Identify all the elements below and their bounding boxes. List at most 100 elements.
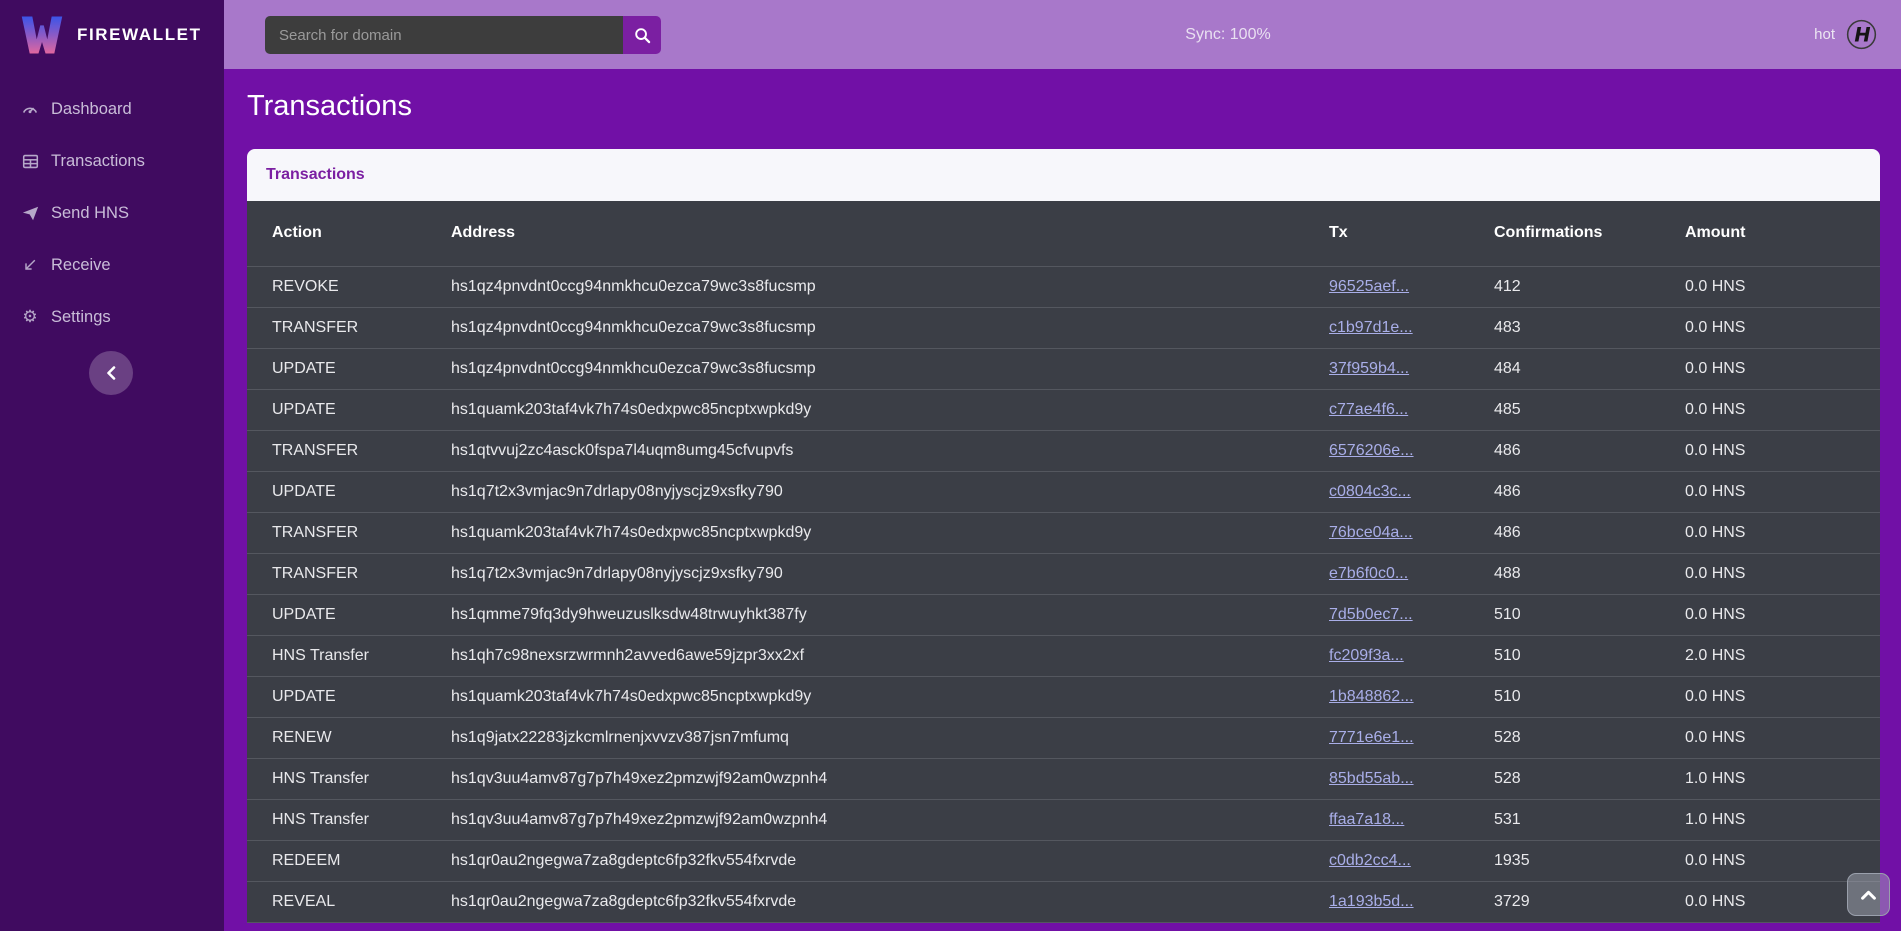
main-content: Transactions Transactions Action Address… [224, 69, 1901, 931]
column-header-tx: Tx [1329, 201, 1494, 266]
tx-link[interactable]: fc209f3a... [1329, 647, 1404, 664]
page-title: Transactions [247, 90, 1901, 123]
cell-confirmations: 486 [1494, 512, 1685, 553]
cell-tx: c0db2cc4... [1329, 840, 1494, 881]
search-input[interactable] [265, 16, 623, 54]
sidebar-item-transactions[interactable]: Transactions [0, 135, 224, 187]
sidebar-collapse-button[interactable] [89, 351, 133, 395]
cell-action: TRANSFER [247, 307, 451, 348]
cell-action: TRANSFER [247, 430, 451, 471]
cell-confirmations: 486 [1494, 430, 1685, 471]
cell-tx: fc209f3a... [1329, 635, 1494, 676]
card-title: Transactions [266, 166, 365, 184]
tx-link[interactable]: 1a193b5d... [1329, 893, 1414, 910]
cell-address: hs1qr0au2ngegwa7za8gdeptc6fp32fkv554fxrv… [451, 881, 1329, 922]
cell-tx: 96525aef... [1329, 266, 1494, 307]
search-button[interactable] [623, 16, 661, 54]
cell-address: hs1quamk203taf4vk7h74s0edxpwc85ncptxwpkd… [451, 676, 1329, 717]
cell-confirmations: 531 [1494, 799, 1685, 840]
cell-confirmations: 486 [1494, 471, 1685, 512]
cell-amount: 0.0 HNS [1685, 553, 1880, 594]
cell-action: UPDATE [247, 389, 451, 430]
tx-link[interactable]: ffaa7a18... [1329, 811, 1404, 828]
tx-link[interactable]: 37f959b4... [1329, 360, 1409, 377]
cell-tx: 7d5b0ec7... [1329, 594, 1494, 635]
cell-address: hs1q7t2x3vmjac9n7drlapy08nyjyscjz9xsfky7… [451, 471, 1329, 512]
card-header: Transactions [247, 149, 1880, 201]
cell-address: hs1qz4pnvdnt0ccg94nmkhcu0ezca79wc3s8fucs… [451, 266, 1329, 307]
table-row: UPDATE hs1quamk203taf4vk7h74s0edxpwc85nc… [247, 389, 1880, 430]
cell-confirmations: 485 [1494, 389, 1685, 430]
cell-amount: 2.0 HNS [1685, 635, 1880, 676]
tx-link[interactable]: c0804c3c... [1329, 483, 1411, 500]
sidebar-item-settings[interactable]: ⚙ Settings [0, 291, 224, 343]
cell-tx: 7771e6e1... [1329, 717, 1494, 758]
column-header-amount: Amount [1685, 201, 1880, 266]
cell-amount: 0.0 HNS [1685, 594, 1880, 635]
cell-address: hs1qz4pnvdnt0ccg94nmkhcu0ezca79wc3s8fucs… [451, 348, 1329, 389]
cell-amount: 0.0 HNS [1685, 430, 1880, 471]
sidebar-nav: Dashboard Transactions Send HNS [0, 83, 224, 343]
cell-amount: 0.0 HNS [1685, 307, 1880, 348]
tx-link[interactable]: 7d5b0ec7... [1329, 606, 1413, 623]
cell-address: hs1quamk203taf4vk7h74s0edxpwc85ncptxwpkd… [451, 389, 1329, 430]
cell-address: hs1q7t2x3vmjac9n7drlapy08nyjyscjz9xsfky7… [451, 553, 1329, 594]
cell-action: HNS Transfer [247, 799, 451, 840]
table-header-row: Action Address Tx Confirmations Amount [247, 201, 1880, 266]
tx-link[interactable]: 6576206e... [1329, 442, 1414, 459]
wallet-name: hot [1814, 26, 1835, 43]
cell-confirmations: 412 [1494, 266, 1685, 307]
tx-link[interactable]: 96525aef... [1329, 278, 1409, 295]
cell-tx: 76bce04a... [1329, 512, 1494, 553]
domain-search [265, 16, 661, 54]
cell-address: hs1q9jatx22283jzkcmlrnenjxvvzv387jsn7mfu… [451, 717, 1329, 758]
scroll-to-top-button[interactable] [1847, 873, 1890, 916]
tx-link[interactable]: 1b848862... [1329, 688, 1414, 705]
wallet-indicator: hot H [1814, 0, 1877, 69]
column-header-confirmations: Confirmations [1494, 201, 1685, 266]
sidebar-item-label: Dashboard [51, 100, 132, 119]
tx-link[interactable]: e7b6f0c0... [1329, 565, 1408, 582]
chevron-up-icon [1861, 890, 1876, 900]
cell-tx: 37f959b4... [1329, 348, 1494, 389]
paper-plane-icon [20, 203, 40, 223]
tx-link[interactable]: 85bd55ab... [1329, 770, 1414, 787]
cell-amount: 1.0 HNS [1685, 758, 1880, 799]
sidebar-item-dashboard[interactable]: Dashboard [0, 83, 224, 135]
tx-link[interactable]: c77ae4f6... [1329, 401, 1408, 418]
cell-confirmations: 484 [1494, 348, 1685, 389]
sidebar-item-receive[interactable]: Receive [0, 239, 224, 291]
gauge-icon [20, 99, 40, 119]
tx-link[interactable]: c0db2cc4... [1329, 852, 1411, 869]
tx-link[interactable]: 76bce04a... [1329, 524, 1413, 541]
table-row: REDEEM hs1qr0au2ngegwa7za8gdeptc6fp32fkv… [247, 840, 1880, 881]
cell-address: hs1qv3uu4amv87g7p7h49xez2pmzwjf92am0wzpn… [451, 799, 1329, 840]
cell-confirmations: 3729 [1494, 881, 1685, 922]
cell-tx: e7b6f0c0... [1329, 553, 1494, 594]
brand: FIREWALLET [0, 0, 224, 69]
cell-address: hs1qtvvuj2zc4asck0fspa7l4uqm8umg45cfvupv… [451, 430, 1329, 471]
cell-action: TRANSFER [247, 512, 451, 553]
svg-text:H: H [1854, 23, 1870, 46]
sidebar-item-send-hns[interactable]: Send HNS [0, 187, 224, 239]
cell-action: UPDATE [247, 348, 451, 389]
cell-action: UPDATE [247, 471, 451, 512]
table-row: TRANSFER hs1q7t2x3vmjac9n7drlapy08nyjysc… [247, 553, 1880, 594]
table-row: RENEW hs1q9jatx22283jzkcmlrnenjxvvzv387j… [247, 717, 1880, 758]
table-row: UPDATE hs1qmme79fq3dy9hweuzuslksdw48trwu… [247, 594, 1880, 635]
cell-tx: 1b848862... [1329, 676, 1494, 717]
brand-name: FIREWALLET [77, 25, 202, 45]
table-row: REVOKE hs1qz4pnvdnt0ccg94nmkhcu0ezca79wc… [247, 266, 1880, 307]
table-row: TRANSFER hs1qz4pnvdnt0ccg94nmkhcu0ezca79… [247, 307, 1880, 348]
cell-action: REVOKE [247, 266, 451, 307]
tx-link[interactable]: c1b97d1e... [1329, 319, 1413, 336]
cell-amount: 1.0 HNS [1685, 799, 1880, 840]
table-row: HNS Transfer hs1qh7c98nexsrzwrmnh2avved6… [247, 635, 1880, 676]
sidebar-item-label: Transactions [51, 152, 145, 171]
tx-link[interactable]: 7771e6e1... [1329, 729, 1414, 746]
handshake-logo-icon[interactable]: H [1846, 19, 1877, 50]
table-row: HNS Transfer hs1qv3uu4amv87g7p7h49xez2pm… [247, 758, 1880, 799]
gear-icon: ⚙ [20, 307, 40, 327]
cell-address: hs1qh7c98nexsrzwrmnh2avved6awe59jzpr3xx2… [451, 635, 1329, 676]
sidebar-item-label: Settings [51, 308, 111, 327]
